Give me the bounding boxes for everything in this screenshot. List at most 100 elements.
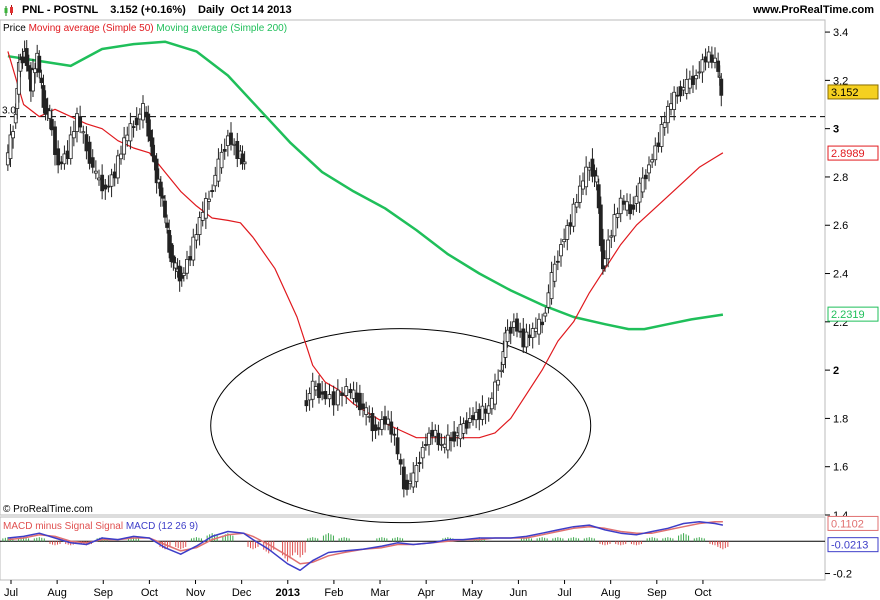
ma50-value-tag: 2.8989 [831, 148, 865, 160]
candle-body [115, 155, 120, 179]
candle-body [672, 91, 677, 110]
legend-price-label: Price [3, 23, 26, 34]
candle-body [389, 421, 394, 435]
watermark: © ProRealTime.com [3, 504, 93, 515]
candle-body [618, 197, 623, 215]
candle-body [628, 204, 633, 215]
candle-body [499, 369, 504, 372]
candle-body [93, 170, 98, 174]
candle-body [165, 222, 169, 228]
candle-body [592, 170, 597, 177]
price-y-tick-label: 2.8 [833, 172, 848, 184]
candle-body [109, 174, 114, 187]
candle-body [207, 198, 211, 202]
x-tick-label: 2013 [276, 587, 300, 599]
candle-body [331, 391, 336, 406]
candle-body [386, 418, 391, 425]
candle-body [68, 134, 73, 159]
candle-body [370, 413, 375, 432]
candle-body [697, 71, 702, 74]
candle-body [508, 326, 513, 334]
candle-body [637, 182, 642, 203]
candle-body [417, 462, 422, 465]
x-tick-label: Jul [4, 587, 18, 599]
candle-body [225, 135, 230, 146]
x-tick-label: Feb [324, 587, 343, 599]
candle-body [81, 131, 86, 134]
candle-body [20, 56, 25, 64]
candle-body [125, 134, 130, 142]
candle-body [515, 318, 519, 332]
candle-body [357, 392, 362, 411]
candle-body [398, 459, 403, 465]
candle-body [464, 420, 469, 429]
macd-diff-value-tag: -0.0213 [831, 540, 868, 552]
candle-body [351, 389, 356, 399]
candle-body [524, 331, 529, 348]
candle-body [87, 141, 92, 164]
candle-body [161, 195, 165, 199]
candle-body [703, 56, 708, 63]
price-y-tick-label: 3.4 [833, 27, 848, 39]
candle-body [717, 75, 722, 78]
candle-body [71, 131, 76, 139]
legend-macd-label: MACD (12 26 9) [125, 521, 199, 532]
candle-body [173, 262, 178, 269]
candle-body [625, 201, 629, 211]
candle-body [411, 472, 416, 488]
candle-body [158, 181, 163, 197]
candle-body [171, 255, 176, 263]
candle-body [518, 330, 523, 333]
candle-body [584, 166, 589, 188]
candle-body [354, 392, 359, 403]
candle-body [430, 429, 435, 437]
candle-body [467, 418, 472, 423]
candle-body [647, 164, 651, 174]
candle-body [643, 174, 648, 180]
candle-body [405, 479, 409, 490]
candle-body [131, 126, 136, 128]
candle-body [493, 381, 497, 405]
candle-body [615, 213, 620, 218]
candle-body [364, 407, 369, 415]
candle-body [56, 148, 61, 166]
candle-body [313, 386, 318, 391]
candle-body [581, 180, 585, 190]
x-tick-label: Aug [601, 587, 621, 599]
x-tick-label: Sep [647, 587, 667, 599]
candle-body [84, 134, 89, 152]
candle-body [11, 131, 15, 139]
candle-body [662, 122, 667, 128]
candle-body [530, 328, 535, 339]
candle-body [505, 329, 510, 343]
candle-body [181, 272, 186, 276]
candle-body [213, 174, 218, 187]
candle-body [442, 443, 447, 448]
candle-body [122, 137, 127, 155]
candle-body [571, 203, 576, 227]
candle-body [480, 405, 485, 420]
candle-body [340, 392, 344, 396]
candle-body [452, 431, 457, 442]
x-tick-label: Apr [418, 587, 435, 599]
candle-body [39, 77, 44, 84]
x-tick-label: Jul [558, 587, 572, 599]
legend-ma200-label: Moving average (Simple 200) [156, 23, 288, 34]
candle-body [634, 195, 639, 204]
candle-body [471, 415, 475, 421]
candle-body [489, 397, 494, 410]
candle-body [323, 390, 328, 400]
candle-body [219, 151, 224, 169]
price-y-tick-label: 1.8 [833, 413, 848, 425]
candle-body [543, 312, 548, 317]
candle-body [310, 380, 315, 400]
last-price-tag: 3.152 [831, 87, 859, 99]
candle-body [659, 124, 664, 147]
candle-body [439, 444, 444, 446]
candle-body [78, 116, 83, 128]
candle-body [555, 260, 560, 263]
macd-legend: MACD minus Signal Signal MACD (12 26 9) [3, 521, 198, 532]
candle-body [552, 263, 557, 282]
candle-body [540, 321, 545, 326]
candle-body [307, 393, 312, 401]
